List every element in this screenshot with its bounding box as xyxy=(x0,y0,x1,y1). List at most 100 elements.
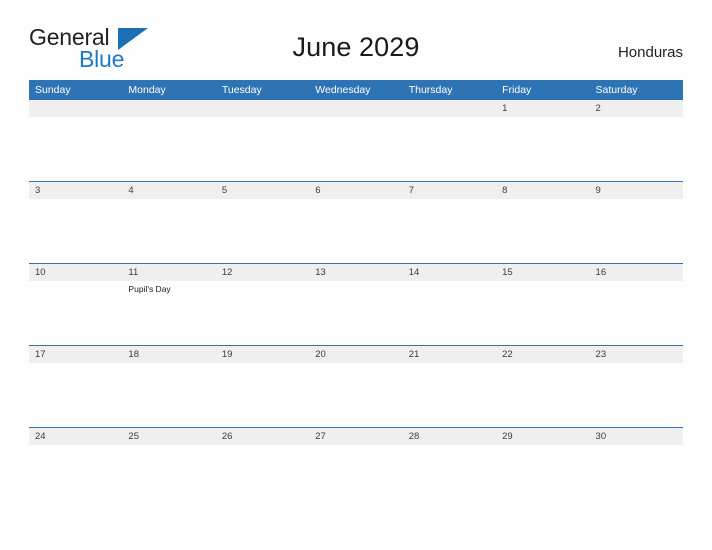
calendar-day-cell[interactable]: 8 xyxy=(496,181,590,264)
day-number xyxy=(402,100,497,117)
calendar-day-cell[interactable]: 10 xyxy=(29,263,123,346)
day-events xyxy=(216,363,309,366)
day-number xyxy=(215,100,310,117)
day-number: 9 xyxy=(589,182,683,199)
weekday-header-monday: Monday xyxy=(122,80,216,100)
calendar-day-cell[interactable]: 23 xyxy=(589,345,683,428)
calendar-week-row: 17 18 19 20 21 22 23 xyxy=(29,345,683,428)
calendar-day-cell[interactable]: 5 xyxy=(215,181,310,264)
day-cell-inner: 23 xyxy=(589,346,683,427)
day-cell-inner: 1 xyxy=(496,100,590,181)
day-cell-inner: 11 Pupil's Day xyxy=(122,264,216,345)
day-events xyxy=(122,117,215,120)
calendar-week-row: 12 xyxy=(29,100,683,182)
day-events xyxy=(590,199,683,202)
day-events xyxy=(403,281,496,284)
calendar-day-cell[interactable]: 29 xyxy=(496,427,590,509)
weekday-header-tuesday: Tuesday xyxy=(215,80,310,100)
day-number: 26 xyxy=(215,428,310,445)
day-events xyxy=(590,117,683,120)
day-number xyxy=(122,100,216,117)
day-number: 24 xyxy=(29,428,123,445)
day-cell-inner: 3 xyxy=(29,182,123,263)
day-events xyxy=(403,117,496,120)
day-events xyxy=(29,363,122,366)
day-cell-inner: 14 xyxy=(402,264,497,345)
weekday-header-thursday: Thursday xyxy=(402,80,497,100)
day-number: 23 xyxy=(589,346,683,363)
day-cell-inner xyxy=(122,100,216,181)
calendar-day-cell[interactable] xyxy=(402,100,497,182)
day-events xyxy=(216,117,309,120)
month-calendar: Sunday Monday Tuesday Wednesday Thursday… xyxy=(29,80,683,509)
calendar-day-cell[interactable]: 27 xyxy=(309,427,403,509)
day-cell-inner: 18 xyxy=(122,346,216,427)
calendar-body: 1 2 3 4 5 6 7 8 9 10 11 Pupil's Day 12 13 14 15 16 17 18 19… xyxy=(29,100,683,509)
calendar-day-cell[interactable]: 4 xyxy=(122,181,216,264)
calendar-day-cell[interactable]: 12 xyxy=(215,263,310,346)
calendar-day-cell[interactable] xyxy=(309,100,403,182)
calendar-day-cell[interactable]: 6 xyxy=(309,181,403,264)
day-cell-inner xyxy=(29,100,123,181)
calendar-day-cell[interactable]: 2 xyxy=(589,100,683,182)
holiday-event-label: Pupil's Day xyxy=(128,284,171,294)
calendar-week-row: 10 11 Pupil's Day 12 13 14 15 16 xyxy=(29,263,683,346)
day-cell-inner: 26 xyxy=(215,428,310,509)
page-title: June 2029 xyxy=(292,32,420,62)
calendar-day-cell[interactable]: 25 xyxy=(122,427,216,509)
calendar-day-cell[interactable]: 30 xyxy=(589,427,683,509)
day-events xyxy=(29,445,122,448)
day-number: 4 xyxy=(122,182,216,199)
day-cell-inner: 10 xyxy=(29,264,123,345)
calendar-week-row: 3456789 xyxy=(29,181,683,264)
day-cell-inner: 12 xyxy=(215,264,310,345)
day-events xyxy=(309,281,402,284)
day-number: 29 xyxy=(496,428,590,445)
calendar-day-cell[interactable]: 17 xyxy=(29,345,123,428)
day-events xyxy=(590,363,683,366)
day-number: 30 xyxy=(589,428,683,445)
country-label: Honduras xyxy=(617,44,683,61)
calendar-day-cell[interactable]: 22 xyxy=(496,345,590,428)
day-number: 16 xyxy=(589,264,683,281)
day-events xyxy=(29,117,122,120)
calendar-day-cell[interactable]: 3 xyxy=(29,181,123,264)
calendar-page: General Blue June 2029 Honduras Sunday M… xyxy=(0,0,712,550)
day-number xyxy=(309,100,403,117)
calendar-day-cell[interactable]: 19 xyxy=(215,345,310,428)
day-cell-inner: 4 xyxy=(122,182,216,263)
calendar-day-cell[interactable]: 16 xyxy=(589,263,683,346)
calendar-day-cell[interactable]: 24 xyxy=(29,427,123,509)
calendar-day-cell[interactable]: 18 xyxy=(122,345,216,428)
calendar-day-cell[interactable] xyxy=(122,100,216,182)
calendar-day-cell[interactable]: 15 xyxy=(496,263,590,346)
calendar-day-cell[interactable]: 26 xyxy=(215,427,310,509)
day-number: 12 xyxy=(215,264,310,281)
day-number: 3 xyxy=(29,182,123,199)
day-number: 11 xyxy=(122,264,216,281)
day-events xyxy=(309,117,402,120)
calendar-day-cell[interactable] xyxy=(29,100,123,182)
day-number: 1 xyxy=(496,100,590,117)
day-number: 28 xyxy=(402,428,497,445)
calendar-day-cell[interactable]: 9 xyxy=(589,181,683,264)
calendar-day-cell[interactable]: 1 xyxy=(496,100,590,182)
calendar-day-cell[interactable]: 11 Pupil's Day xyxy=(122,263,216,346)
day-cell-inner xyxy=(309,100,403,181)
calendar-header-row: Sunday Monday Tuesday Wednesday Thursday… xyxy=(29,80,683,100)
weekday-header-sunday: Sunday xyxy=(29,80,123,100)
calendar-day-cell[interactable]: 7 xyxy=(402,181,497,264)
day-events xyxy=(29,199,122,202)
day-cell-inner: 24 xyxy=(29,428,123,509)
day-events xyxy=(496,445,589,448)
day-number: 5 xyxy=(215,182,310,199)
day-cell-inner: 2 xyxy=(589,100,683,181)
calendar-day-cell[interactable]: 13 xyxy=(309,263,403,346)
day-cell-inner: 7 xyxy=(402,182,497,263)
calendar-day-cell[interactable] xyxy=(215,100,310,182)
calendar-day-cell[interactable]: 21 xyxy=(402,345,497,428)
day-events xyxy=(122,363,215,366)
calendar-day-cell[interactable]: 14 xyxy=(402,263,497,346)
calendar-day-cell[interactable]: 20 xyxy=(309,345,403,428)
calendar-day-cell[interactable]: 28 xyxy=(402,427,497,509)
